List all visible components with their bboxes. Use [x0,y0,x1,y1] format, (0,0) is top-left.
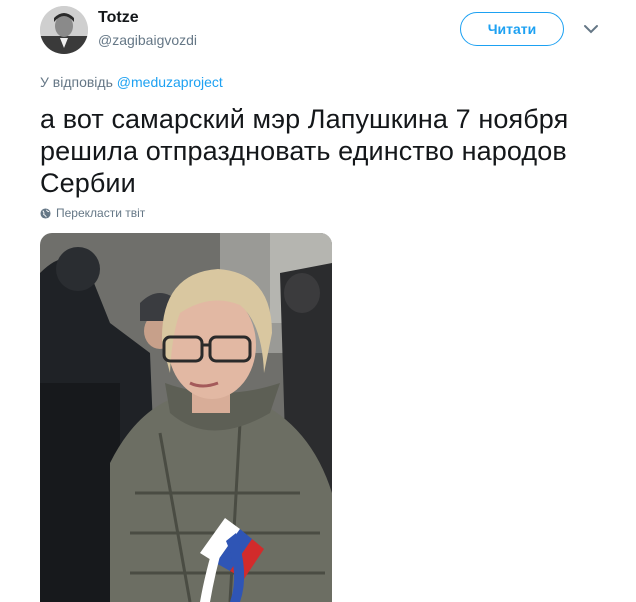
reply-mention-link[interactable]: @meduzaproject [117,74,223,90]
follow-button[interactable]: Читати [460,12,564,46]
chevron-down-icon[interactable] [580,20,602,38]
translate-tweet-link[interactable]: Перекласти твіт [40,206,145,220]
reply-prefix: У відповідь [40,74,113,90]
tweet-text: а вот самарский мэр Лапушкина 7 ноября р… [40,104,569,198]
globe-icon [40,207,51,219]
avatar[interactable] [40,6,88,54]
display-name[interactable]: Totze [98,9,139,27]
user-handle[interactable]: @zagibaigvozdi [98,32,197,48]
tweet-photo[interactable] [40,233,332,602]
reply-context: У відповідь @meduzaproject [40,74,223,90]
translate-label: Перекласти твіт [56,206,146,220]
